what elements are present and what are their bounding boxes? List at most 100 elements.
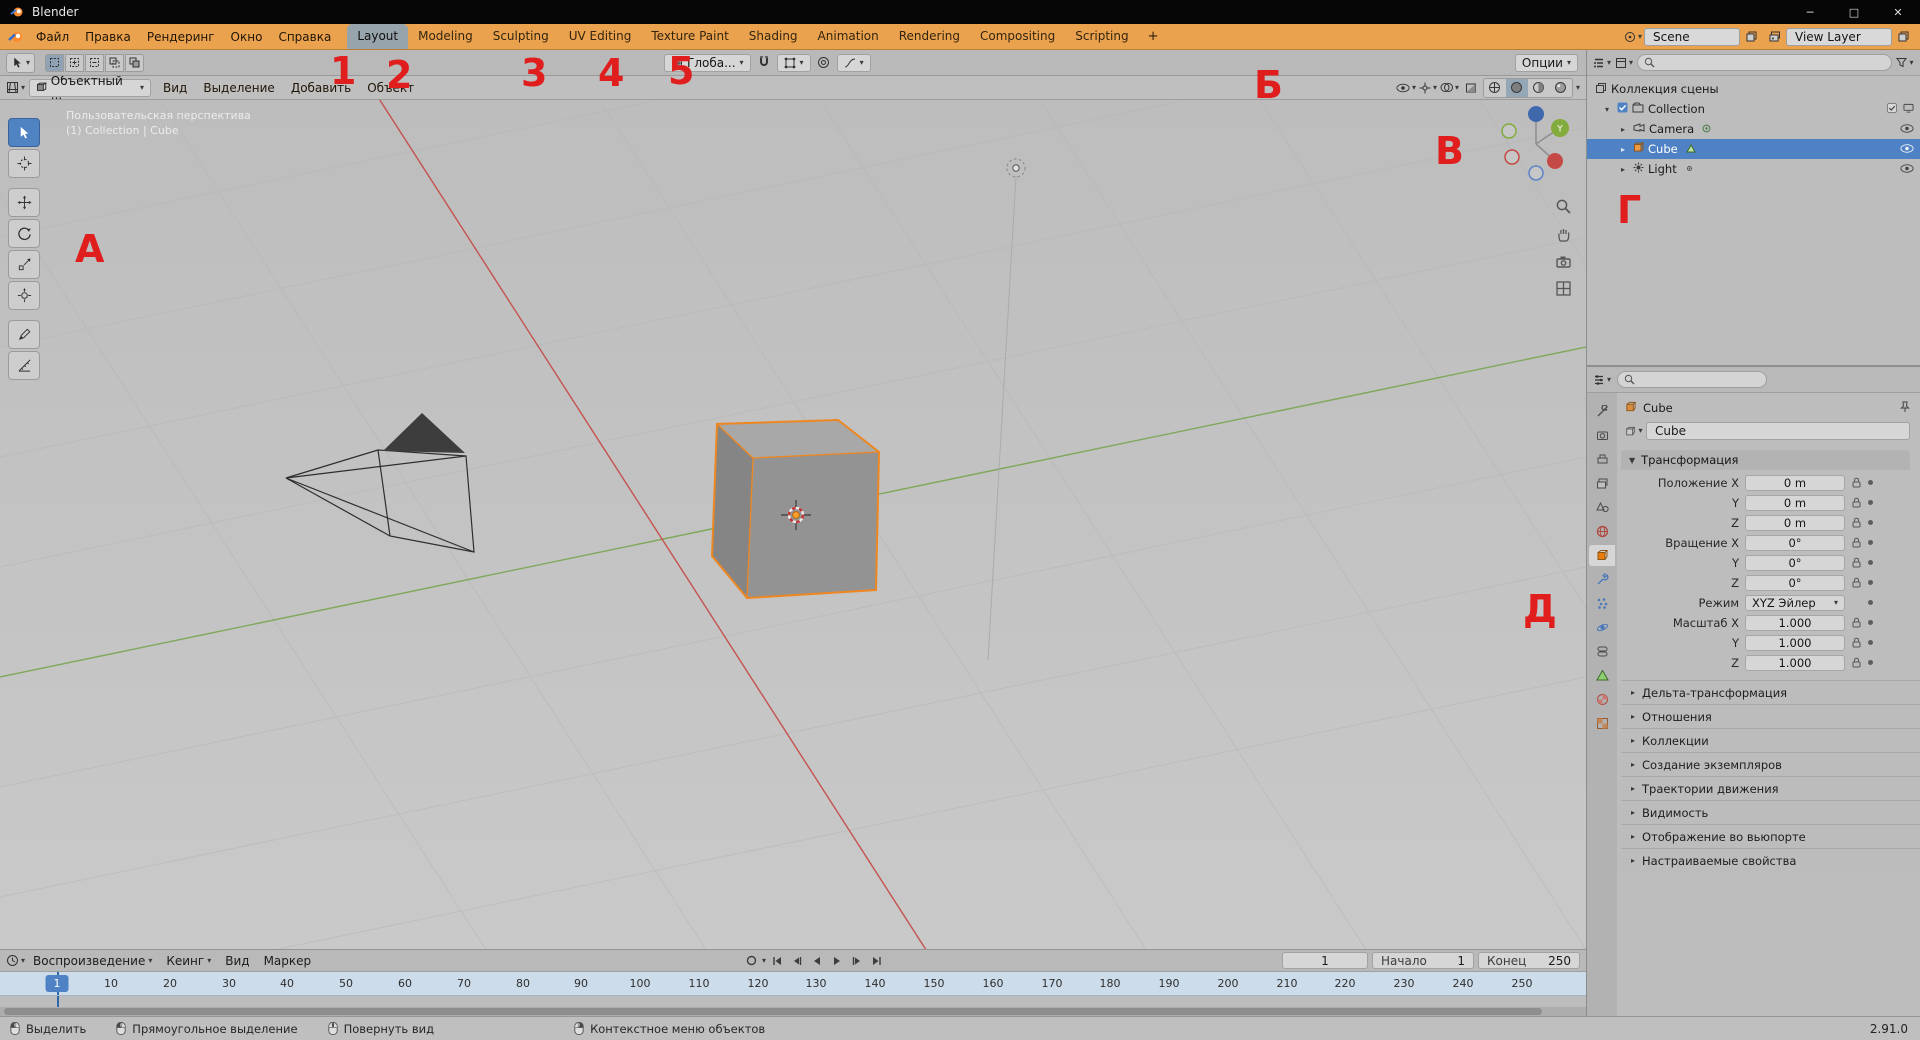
animate-dot[interactable] — [1868, 500, 1873, 505]
camera-row[interactable]: ▸ Camera — [1587, 119, 1920, 139]
mode-dropdown[interactable]: Объектный ... ▾ — [29, 79, 151, 97]
timeline-menu-keying[interactable]: Кеинг▾ — [160, 952, 217, 970]
pin-icon[interactable] — [1900, 401, 1910, 416]
play-reverse-button[interactable] — [808, 953, 826, 969]
expander-icon[interactable]: ▸ — [1621, 165, 1629, 174]
value-field[interactable]: 0 m — [1745, 515, 1845, 531]
collection-viewport-icon[interactable] — [1903, 102, 1914, 116]
browse-scene-icon[interactable]: ▾ — [1624, 28, 1642, 46]
zoom-icon[interactable] — [1555, 198, 1572, 218]
collapsed-panel-header[interactable]: ▸ Траектории движения — [1621, 776, 1920, 800]
select-mode-intersect[interactable] — [125, 54, 144, 72]
workspace-tab[interactable]: Compositing — [970, 24, 1065, 49]
properties-search-input[interactable] — [1617, 371, 1767, 388]
view-layer-icon[interactable] — [1766, 28, 1784, 46]
collapsed-panel-header[interactable]: ▸ Дельта-трансформация — [1621, 680, 1920, 704]
collapsed-panel-header[interactable]: ▸ Создание экземпляров — [1621, 752, 1920, 776]
lock-icon[interactable] — [1849, 537, 1863, 548]
tab-modifiers[interactable] — [1589, 569, 1615, 590]
timeline-menu-playback[interactable]: Воспроизведение▾ — [27, 952, 158, 970]
outliner-editor-icon[interactable]: ▾ — [1593, 54, 1611, 72]
object-name-field[interactable]: Cube — [1646, 422, 1910, 440]
viewport-menu-item[interactable]: Вид — [155, 78, 195, 98]
tool-annotate[interactable] — [8, 320, 40, 349]
animate-dot[interactable] — [1868, 560, 1873, 565]
shading-dropdown-icon[interactable]: ▾ — [1576, 84, 1580, 92]
animate-dot[interactable] — [1868, 660, 1873, 665]
tool-cursor[interactable] — [8, 149, 40, 178]
rotation-mode-dropdown[interactable]: XYZ Эйлер ▾ — [1745, 595, 1845, 611]
active-tool-button[interactable]: ▾ — [6, 53, 35, 73]
value-field[interactable]: 0° — [1745, 555, 1845, 571]
lock-icon[interactable] — [1849, 577, 1863, 588]
menu-item[interactable]: Окно — [223, 27, 271, 47]
timeline-menu-view[interactable]: Вид — [219, 952, 255, 970]
display-mode-dropdown[interactable]: ▾ — [1615, 54, 1633, 72]
timeline-editor-icon[interactable]: ▾ — [6, 952, 25, 970]
snap-magnet-toggle[interactable] — [755, 54, 773, 72]
shading-solid-button[interactable] — [1506, 79, 1528, 97]
proportional-editing-toggle[interactable] — [815, 54, 833, 72]
expander-icon[interactable]: ▸ — [1621, 125, 1629, 134]
value-field[interactable]: 0° — [1745, 575, 1845, 591]
outliner-search-input[interactable] — [1637, 54, 1892, 71]
prev-keyframe-button[interactable] — [788, 953, 806, 969]
animate-dot[interactable] — [1868, 480, 1873, 485]
collapsed-panel-header[interactable]: ▸ Отображение во вьюпорте — [1621, 824, 1920, 848]
tab-scene[interactable] — [1589, 497, 1615, 518]
collection-row[interactable]: ▾ Collection — [1587, 99, 1920, 119]
frame-start-field[interactable]: Начало1 — [1372, 952, 1474, 969]
close-button[interactable]: ✕ — [1876, 0, 1920, 24]
cube-row[interactable]: ▸ Cube — [1587, 139, 1920, 159]
collapsed-panel-header[interactable]: ▸ Отношения — [1621, 704, 1920, 728]
value-field[interactable]: 1.000 — [1745, 655, 1845, 671]
properties-editor-icon[interactable]: ▾ — [1593, 371, 1611, 389]
workspace-tab[interactable]: Modeling — [408, 24, 483, 49]
view-layer-name-field[interactable]: View Layer — [1786, 28, 1892, 46]
tab-output[interactable] — [1589, 449, 1615, 470]
tab-material[interactable] — [1589, 689, 1615, 710]
value-field[interactable]: 0 m — [1745, 475, 1845, 491]
timeline-track[interactable] — [0, 996, 1586, 1007]
current-frame-field[interactable]: 1 — [1282, 952, 1368, 969]
show-overlays-dropdown[interactable]: ▾ — [1440, 79, 1459, 97]
blender-app-icon[interactable] — [8, 30, 24, 44]
value-field[interactable]: 0 m — [1745, 495, 1845, 511]
workspace-tab[interactable]: Scripting — [1065, 24, 1138, 49]
collection-exclude-checkbox[interactable] — [1887, 102, 1897, 116]
value-field[interactable]: 1.000 — [1745, 635, 1845, 651]
light-row[interactable]: ▸ Light — [1587, 159, 1920, 179]
tab-active-tool[interactable] — [1589, 401, 1615, 422]
animate-dot[interactable] — [1868, 540, 1873, 545]
workspace-tab[interactable]: Animation — [808, 24, 889, 49]
show-gizmo-dropdown[interactable]: ▾ — [1419, 79, 1437, 97]
tool-rotate[interactable] — [8, 219, 40, 248]
animate-dot[interactable] — [1868, 640, 1873, 645]
tool-transform[interactable] — [8, 281, 40, 310]
tab-object-data[interactable] — [1589, 665, 1615, 686]
shading-wireframe-button[interactable] — [1484, 79, 1506, 97]
scene-collection-row[interactable]: Коллекция сцены — [1587, 79, 1920, 99]
tool-measure[interactable] — [8, 351, 40, 380]
tab-physics[interactable] — [1589, 617, 1615, 638]
grid-ortho-icon[interactable] — [1555, 280, 1572, 300]
shading-rendered-button[interactable] — [1550, 79, 1572, 97]
value-field[interactable]: 1.000 — [1745, 615, 1845, 631]
jump-to-end-button[interactable] — [868, 953, 886, 969]
play-button[interactable] — [828, 953, 846, 969]
menu-item[interactable]: Рендеринг — [139, 27, 223, 47]
lock-icon[interactable] — [1849, 497, 1863, 508]
select-mode-set[interactable] — [45, 54, 64, 72]
tab-constraints[interactable] — [1589, 641, 1615, 662]
snap-target-dropdown[interactable]: ▾ — [777, 54, 811, 72]
menu-item[interactable]: Файл — [28, 27, 77, 47]
navigation-gizmo[interactable]: Y — [1494, 102, 1578, 186]
frame-end-field[interactable]: Конец250 — [1478, 952, 1580, 969]
tab-world[interactable] — [1589, 521, 1615, 542]
timeline-ruler[interactable]: 1020304050607080901001101201301401501601… — [0, 972, 1586, 996]
camera-view-icon[interactable] — [1555, 254, 1572, 272]
timeline-menu-marker[interactable]: Маркер — [258, 952, 318, 970]
collapsed-panel-header[interactable]: ▸ Видимость — [1621, 800, 1920, 824]
current-frame-badge[interactable]: 1 — [46, 975, 69, 992]
pan-hand-icon[interactable] — [1555, 226, 1572, 246]
